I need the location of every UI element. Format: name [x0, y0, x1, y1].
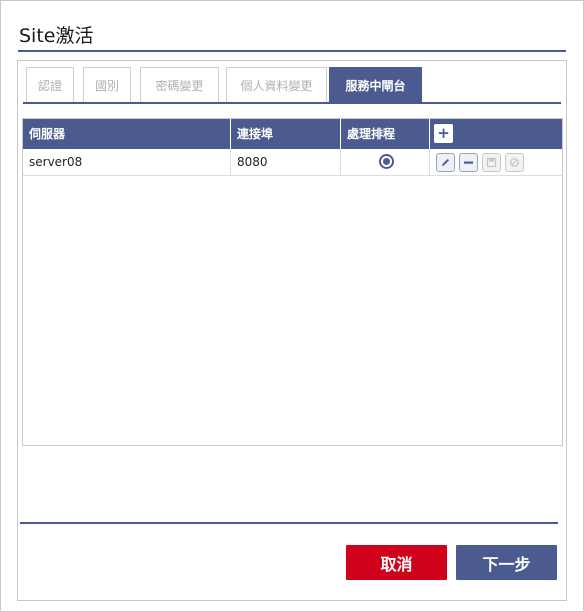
- plus-icon: +: [437, 124, 450, 142]
- tab-authentication[interactable]: 認證: [26, 67, 74, 103]
- dialog-title: Site激活: [19, 25, 94, 47]
- pencil-icon: [442, 159, 449, 166]
- server-table: 伺服器 連接埠 處理排程 + server08 8080: [22, 118, 563, 446]
- tabs-divider: [23, 102, 561, 104]
- table-header: 伺服器 連接埠 處理排程 +: [23, 119, 562, 149]
- column-header-server: 伺服器: [23, 119, 231, 149]
- cancel-button[interactable]: 取消: [346, 545, 447, 580]
- column-header-schedule: 處理排程: [341, 119, 430, 149]
- edit-row-button[interactable]: [436, 153, 455, 172]
- next-step-button[interactable]: 下一步: [456, 545, 557, 580]
- tab-password-change[interactable]: 密碼變更: [140, 67, 219, 103]
- remove-row-button[interactable]: [459, 153, 478, 172]
- cancel-row-button[interactable]: [505, 153, 524, 172]
- title-divider: [18, 50, 566, 52]
- tab-country[interactable]: 國別: [83, 67, 131, 103]
- table-row[interactable]: server08 8080: [23, 149, 562, 176]
- column-header-port: 連接埠: [231, 119, 341, 149]
- save-row-button[interactable]: [482, 153, 501, 172]
- add-row-button[interactable]: +: [434, 124, 453, 143]
- port-cell: 8080: [231, 149, 341, 175]
- site-activation-dialog: Site激活 認證 國別 密碼變更 個人資料變更 服務中閘台 伺服器 連接埠 處…: [0, 0, 584, 612]
- content-panel: 認證 國別 密碼變更 個人資料變更 服務中閘台 伺服器 連接埠 處理排程 + s…: [17, 60, 567, 601]
- footer-divider: [20, 522, 558, 524]
- radio-selected-dot: [383, 158, 390, 165]
- tab-service-gateway[interactable]: 服務中閘台: [329, 67, 422, 103]
- save-icon: [486, 157, 497, 168]
- schedule-radio[interactable]: [379, 154, 394, 169]
- ban-icon: [510, 158, 519, 167]
- tab-profile-change[interactable]: 個人資料變更: [226, 67, 327, 103]
- server-cell: server08: [23, 149, 231, 175]
- minus-icon: [464, 161, 473, 164]
